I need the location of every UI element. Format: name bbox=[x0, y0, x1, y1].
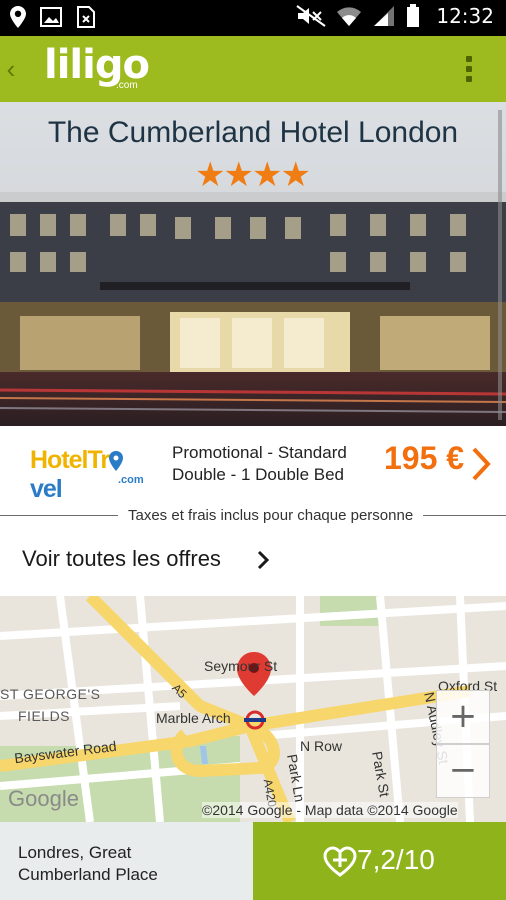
address-panel[interactable]: Londres, Great Cumberland Place bbox=[0, 822, 253, 900]
map-copyright: ©2014 Google - Map data ©2014 Google bbox=[202, 802, 458, 818]
sim-icon bbox=[77, 6, 95, 28]
map-label-district: FIELDS bbox=[18, 708, 71, 724]
hoteltravel-logo: HotelTrvel .com bbox=[30, 446, 154, 503]
status-bar: 12:32 bbox=[0, 0, 506, 36]
see-all-offers-label: Voir toutes les offres bbox=[22, 546, 221, 571]
map-label-street: Seymour St bbox=[204, 658, 278, 674]
tax-note: Taxes et frais inclus pour chaque person… bbox=[0, 504, 506, 526]
location-icon bbox=[10, 6, 26, 28]
map-label-street: N Row bbox=[300, 738, 343, 754]
google-logo: Google bbox=[8, 786, 79, 811]
map-label-district: ST GEORGE'S bbox=[0, 686, 101, 702]
zoom-in-button[interactable]: + bbox=[436, 690, 490, 744]
back-chevron-icon[interactable]: ‹ bbox=[4, 54, 18, 84]
star-rating: ★★★★ bbox=[0, 158, 506, 192]
offer-price: 195 € bbox=[384, 440, 465, 476]
room-description: Promotional - Standard Double - 1 Double… bbox=[172, 442, 372, 486]
map-label-station: Marble Arch bbox=[156, 710, 231, 726]
star-icon: ★ bbox=[252, 156, 283, 194]
chevron-right-icon[interactable] bbox=[470, 446, 492, 482]
chevron-right-icon bbox=[257, 550, 270, 570]
app-bar: ‹ liligo .com bbox=[0, 36, 506, 102]
see-all-offers-link[interactable]: Voir toutes les offres bbox=[0, 528, 506, 596]
scrollbar[interactable] bbox=[498, 110, 502, 420]
wifi-icon bbox=[337, 7, 362, 26]
status-time: 12:32 bbox=[436, 4, 494, 28]
battery-icon bbox=[407, 4, 420, 27]
overflow-menu-icon[interactable] bbox=[466, 56, 474, 84]
map-zoom-controls: + − bbox=[436, 690, 490, 800]
zoom-out-button[interactable]: − bbox=[436, 744, 490, 798]
image-icon bbox=[40, 7, 62, 27]
hotel-photo[interactable]: The Cumberland Hotel London ★★★★ bbox=[0, 102, 506, 426]
heart-plus-icon bbox=[323, 846, 357, 877]
partner-logo-pin-icon bbox=[109, 451, 124, 471]
best-offer-row[interactable]: HotelTrvel .com Promotional - Standard D… bbox=[0, 426, 506, 504]
star-icon: ★ bbox=[195, 156, 226, 194]
room-description-line2: Double - 1 Double Bed bbox=[172, 465, 345, 484]
mute-icon bbox=[296, 5, 326, 27]
hotel-name: The Cumberland Hotel London bbox=[47, 116, 459, 149]
signal-icon bbox=[374, 6, 395, 26]
star-icon: ★ bbox=[280, 156, 311, 194]
partner-logo-domain: .com bbox=[118, 474, 144, 486]
logo-domain: .com bbox=[116, 80, 138, 91]
rating-button[interactable]: 7,2/10 bbox=[253, 822, 506, 900]
partner-logo-part-a: HotelTr bbox=[30, 446, 110, 474]
address-line1: Londres, Great bbox=[18, 843, 132, 862]
room-description-line1: Promotional - Standard bbox=[172, 443, 347, 462]
partner-logo-part-b: vel bbox=[30, 475, 63, 503]
rating-score: 7,2/10 bbox=[357, 844, 435, 875]
tax-note-text: Taxes et frais inclus pour chaque person… bbox=[118, 507, 424, 524]
address-line2: Cumberland Place bbox=[18, 865, 158, 884]
hotel-address: Londres, Great Cumberland Place bbox=[18, 842, 238, 886]
liligo-logo[interactable]: liligo .com bbox=[44, 42, 150, 94]
star-icon: ★ bbox=[223, 156, 254, 194]
